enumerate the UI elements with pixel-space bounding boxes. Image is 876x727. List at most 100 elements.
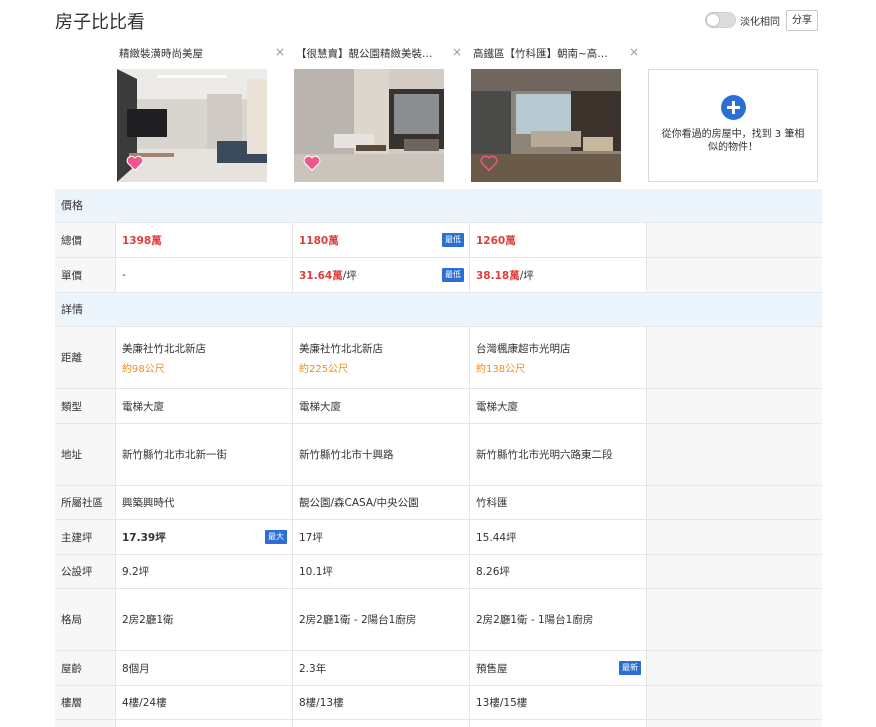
- table-cell: 8個月: [115, 651, 292, 685]
- row-label: 所屬社區: [55, 486, 115, 519]
- empty-cell: [646, 424, 822, 485]
- empty-cell: [646, 555, 822, 588]
- listing-title[interactable]: 高鐵區【竹科匯】朝南~高…: [473, 46, 623, 61]
- table-cell: 興築興時代: [115, 486, 292, 519]
- listing-card-2[interactable]: 【很慧賣】靚公園精緻美裝… ×: [294, 44, 465, 184]
- listing-card-3[interactable]: 高鐵區【竹科匯】朝南~高… ×: [471, 44, 642, 184]
- distance-value: 約225公尺: [299, 363, 349, 375]
- table-row-community: 所屬社區 興築興時代 靚公園/森CASA/中央公園 竹科匯: [55, 486, 822, 520]
- toggle-switch[interactable]: [705, 12, 736, 28]
- table-row-floor: 樓層 4樓/24樓 8樓/13樓 13樓/15樓: [55, 686, 822, 720]
- empty-cell: [646, 651, 822, 685]
- row-label: 樓層: [55, 686, 115, 719]
- empty-cell: [646, 520, 822, 554]
- section-details: 詳情: [55, 293, 822, 327]
- table-cell: 美廉社竹北北新店 約225公尺: [292, 327, 469, 388]
- table-cell: 10.1坪: [292, 555, 469, 588]
- unit-price-value: 38.18萬: [476, 269, 520, 282]
- table-row-main-area: 主建坪 17.39坪 最大 17坪 15.44坪: [55, 520, 822, 555]
- listing-title[interactable]: 精緻裝潢時尚美屋: [119, 46, 269, 61]
- table-cell: 1260萬: [469, 223, 646, 257]
- table-cell: [115, 720, 292, 727]
- table-cell: 13樓/15樓: [469, 686, 646, 719]
- table-cell: 2房2廳1衛: [115, 589, 292, 650]
- find-similar-card[interactable]: 從你看過的房屋中，找到 3 筆相似的物件！: [648, 69, 818, 182]
- table-cell: 新竹縣竹北市光明六路東二段: [469, 424, 646, 485]
- table-cell: 1180萬 最低: [292, 223, 469, 257]
- row-label: 主建坪: [55, 520, 115, 554]
- row-label: 距離: [55, 327, 115, 388]
- unit-price-unit: /坪: [342, 269, 357, 282]
- remove-icon[interactable]: ×: [275, 45, 285, 59]
- table-cell: 9.2坪: [115, 555, 292, 588]
- nearby-store: 美廉社竹北北新店: [122, 342, 206, 355]
- table-cell: 新竹縣竹北市北新一街: [115, 424, 292, 485]
- favorite-heart-icon[interactable]: [126, 155, 144, 171]
- remove-icon[interactable]: ×: [629, 45, 639, 59]
- unit-price-unit: /坪: [519, 269, 534, 282]
- table-cell: -: [115, 258, 292, 292]
- empty-cell: [646, 327, 822, 388]
- empty-cell: [646, 389, 822, 423]
- table-cell: 1398萬: [115, 223, 292, 257]
- listing-photo[interactable]: [471, 69, 621, 182]
- table-row-distance: 距離 美廉社竹北北新店 約98公尺 美廉社竹北北新店 約225公尺 台灣楓康超市光明…: [55, 327, 822, 389]
- nearby-store: 台灣楓康超市光明店: [476, 342, 571, 355]
- row-label: 地址: [55, 424, 115, 485]
- table-cell: 2房2廳1衛 - 2陽台1廚房: [292, 589, 469, 650]
- table-cell: 38.18萬/坪: [469, 258, 646, 292]
- table-row-total-price: 總價 1398萬 1180萬 最低 1260萬: [55, 223, 822, 258]
- add-icon[interactable]: [720, 95, 746, 120]
- table-row-public-area: 公設坪 9.2坪 10.1坪 8.26坪: [55, 555, 822, 589]
- row-label: 總價: [55, 223, 115, 257]
- total-price-value: 1398萬: [122, 234, 162, 247]
- table-row-unit-price: 單價 - 31.64萬/坪 最低 38.18萬/坪: [55, 258, 822, 293]
- table-cell: 預售屋 最新: [469, 651, 646, 685]
- favorite-heart-icon[interactable]: [303, 155, 321, 171]
- row-label: 單價: [55, 258, 115, 292]
- nearby-store: 美廉社竹北北新店: [299, 342, 383, 355]
- table-cell: 電梯大廈: [115, 389, 292, 423]
- section-price: 價格: [55, 189, 822, 223]
- distance-value: 約138公尺: [476, 363, 526, 375]
- newest-badge: 最新: [619, 661, 641, 675]
- listing-photo[interactable]: [294, 69, 444, 182]
- share-button[interactable]: 分享: [786, 10, 818, 31]
- comparison-table: 價格 總價 1398萬 1180萬 最低 1260萬 單價 - 31.64萬/坪最…: [55, 189, 822, 727]
- favorite-heart-outline-icon[interactable]: [480, 155, 498, 171]
- listing-title[interactable]: 【很慧賣】靚公園精緻美裝…: [296, 46, 446, 61]
- dim-same-toggle[interactable]: 淡化相同: [705, 11, 780, 29]
- table-cell: 31.64萬/坪 最低: [292, 258, 469, 292]
- table-row-age: 屋齡 8個月 2.3年 預售屋 最新: [55, 651, 822, 686]
- total-price-value: 1260萬: [476, 234, 516, 247]
- row-label: 屋齡: [55, 651, 115, 685]
- unit-price-value: -: [122, 269, 126, 281]
- lowest-badge: 最低: [442, 268, 464, 282]
- table-cell: 4樓/24樓: [115, 686, 292, 719]
- empty-cell: [646, 720, 822, 727]
- listing-photo[interactable]: [117, 69, 267, 182]
- empty-cell: [646, 258, 822, 292]
- table-row-address: 地址 新竹縣竹北市北新一街 新竹縣竹北市十興路 新竹縣竹北市光明六路東二段: [55, 424, 822, 486]
- remove-icon[interactable]: ×: [452, 45, 462, 59]
- find-similar-text: 從你看過的房屋中，找到 3 筆相似的物件！: [661, 129, 805, 153]
- empty-cell: [646, 686, 822, 719]
- table-cell: [469, 720, 646, 727]
- table-row-type: 類型 電梯大廈 電梯大廈 電梯大廈: [55, 389, 822, 424]
- listing-card-1[interactable]: 精緻裝潢時尚美屋 ×: [117, 44, 288, 184]
- toggle-label: 淡化相同: [740, 16, 780, 28]
- table-cell: 靚公園/森CASA/中央公園: [292, 486, 469, 519]
- row-label: 格局: [55, 589, 115, 650]
- table-row-partial: [55, 720, 822, 727]
- page-title: 房子比比看: [55, 12, 145, 33]
- table-cell: 2房2廳1衛 - 1陽台1廚房: [469, 589, 646, 650]
- empty-cell: [646, 486, 822, 519]
- table-cell: 17.39坪 最大: [115, 520, 292, 554]
- unit-price-value: 31.64萬: [299, 269, 343, 282]
- row-label: 公設坪: [55, 555, 115, 588]
- table-cell: [292, 720, 469, 727]
- table-row-layout: 格局 2房2廳1衛 2房2廳1衛 - 2陽台1廚房 2房2廳1衛 - 1陽台1廚…: [55, 589, 822, 651]
- empty-cell: [646, 223, 822, 257]
- lowest-badge: 最低: [442, 233, 464, 247]
- table-cell: 台灣楓康超市光明店 約138公尺: [469, 327, 646, 388]
